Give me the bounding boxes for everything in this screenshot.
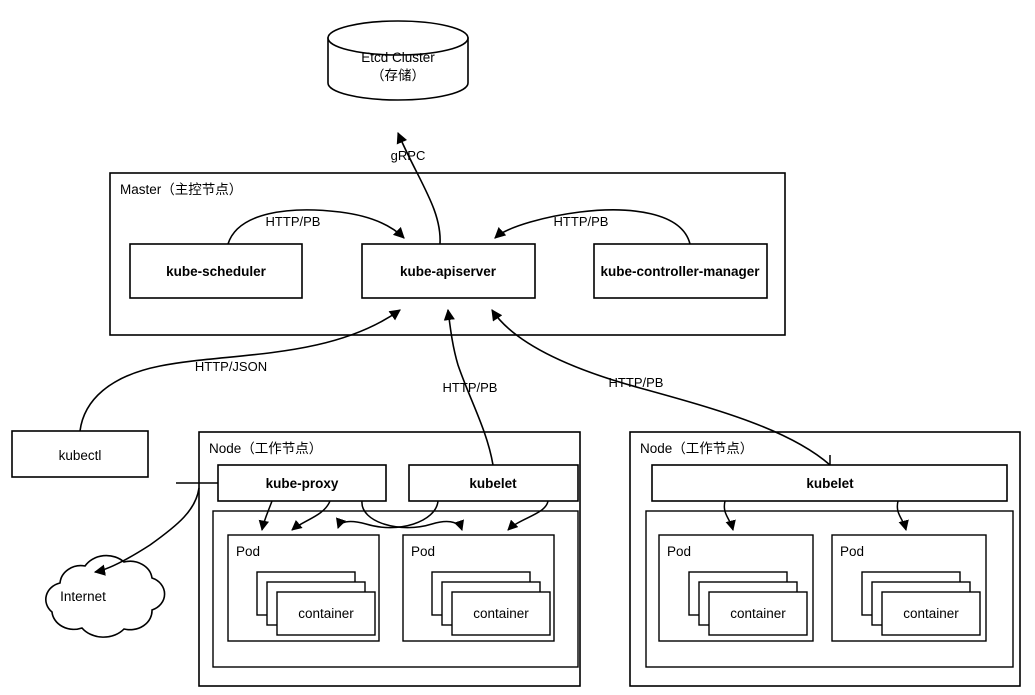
kube-apiserver-label: kube-apiserver: [400, 264, 497, 279]
node-1-pod-2[interactable]: Pod container: [402, 534, 555, 642]
node-1-pod-2-container-label: container: [473, 606, 529, 621]
edge-label-grpc: gRPC: [391, 148, 426, 163]
node-2-pod-1[interactable]: Pod container: [658, 534, 814, 642]
internet-cloud-node[interactable]: Internet: [45, 554, 166, 638]
etcd-label-line1: Etcd Cluster: [361, 50, 435, 65]
kube-controller-manager-node[interactable]: kube-controller-manager: [593, 243, 768, 299]
kube-scheduler-label: kube-scheduler: [166, 264, 267, 279]
node-2-pod-2-label: Pod: [840, 544, 864, 559]
node-1-pod-1[interactable]: Pod container: [227, 534, 380, 642]
kubectl-label: kubectl: [59, 448, 102, 463]
kube-scheduler-node[interactable]: kube-scheduler: [129, 243, 303, 299]
node-2-kubelet[interactable]: kubelet: [651, 464, 1008, 502]
node-2-pod-2-container-label: container: [903, 606, 959, 621]
node-1-kube-proxy-label: kube-proxy: [266, 476, 339, 491]
edge-label-scheduler-pb: HTTP/PB: [266, 214, 321, 229]
etcd-label-line2: （存储）: [371, 68, 425, 83]
edge-label-node2-pb: HTTP/PB: [609, 375, 664, 390]
node-1-kube-proxy[interactable]: kube-proxy: [217, 464, 387, 502]
node-2-pod-1-container-label: container: [730, 606, 786, 621]
node-1-kubelet[interactable]: kubelet: [408, 464, 579, 502]
node-2-pod-2[interactable]: Pod container: [831, 534, 987, 642]
edge-label-kubectl-json: HTTP/JSON: [195, 359, 267, 374]
kube-controller-manager-label: kube-controller-manager: [600, 264, 760, 279]
node-1-label: Node（工作节点）: [209, 441, 322, 456]
internet-label: Internet: [60, 589, 106, 604]
node-2-kubelet-label: kubelet: [806, 476, 854, 491]
master-group-label: Master（主控节点）: [120, 182, 242, 197]
edge-label-controller-pb: HTTP/PB: [554, 214, 609, 229]
node-1-pod-2-label: Pod: [411, 544, 435, 559]
node-1-kubelet-label: kubelet: [469, 476, 517, 491]
etcd-cluster-node[interactable]: Etcd Cluster （存储）: [327, 20, 469, 101]
node-1-pod-1-container-label: container: [298, 606, 354, 621]
node-1-pod-1-label: Pod: [236, 544, 260, 559]
kubectl-node[interactable]: kubectl: [11, 430, 149, 478]
kube-apiserver-node[interactable]: kube-apiserver: [361, 243, 536, 299]
node-2-pod-1-label: Pod: [667, 544, 691, 559]
kubernetes-architecture-diagram: Etcd Cluster （存储） Master（主控节点） kube-sche…: [0, 0, 1035, 695]
edge-label-node1-pb: HTTP/PB: [443, 380, 498, 395]
node-2-label: Node（工作节点）: [640, 441, 753, 456]
